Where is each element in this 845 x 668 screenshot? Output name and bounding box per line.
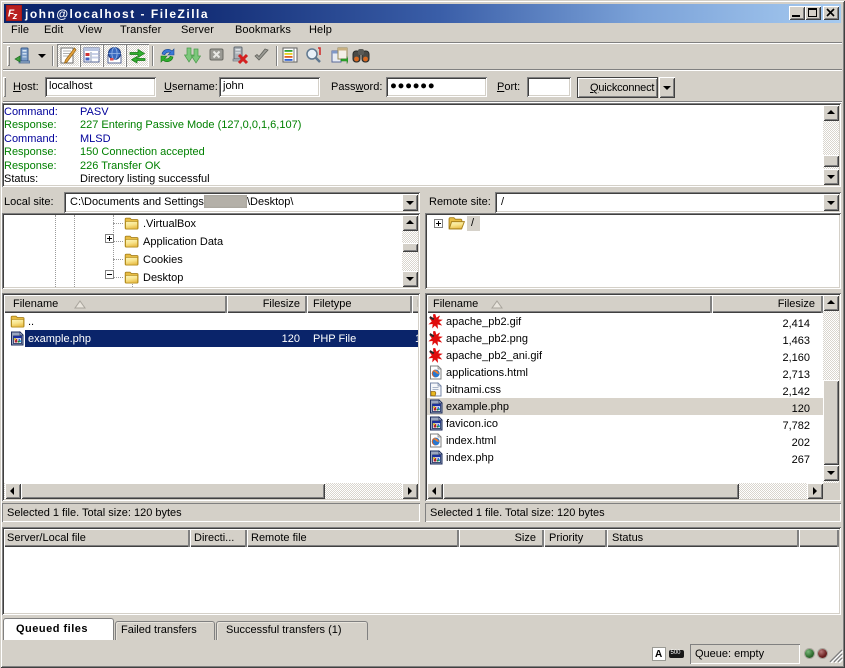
- svg-text:z: z: [12, 10, 18, 21]
